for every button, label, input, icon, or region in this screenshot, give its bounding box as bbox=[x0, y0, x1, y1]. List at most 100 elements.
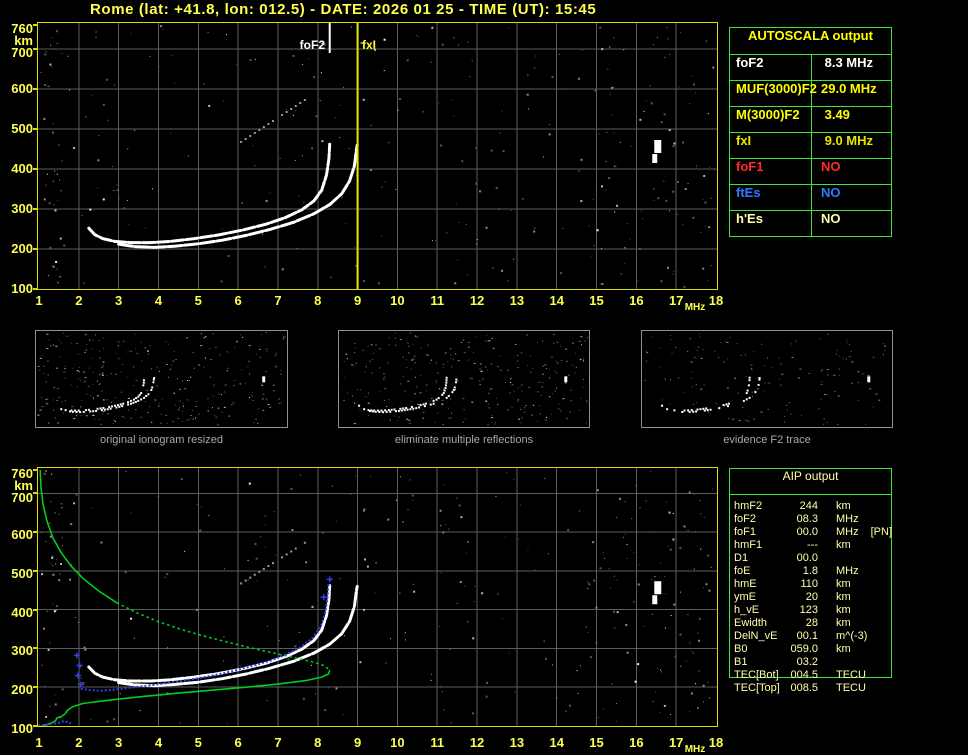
parameter-unit: km bbox=[836, 500, 851, 512]
x-axis-unit-label: MHz bbox=[684, 744, 706, 755]
autoscala-row-ftes: ftEs NO bbox=[730, 184, 891, 210]
x-axis-label: 10 bbox=[390, 735, 405, 750]
x-axis-label: 16 bbox=[629, 735, 644, 750]
x-axis-label: 15 bbox=[589, 735, 604, 750]
y-axis-tick bbox=[33, 647, 37, 650]
x-axis-label: 14 bbox=[549, 293, 564, 308]
aip-parameter-list: hmF2 244 km foF2 08.3 MHz foF1 00.0 MHz [PN] hmF1-… bbox=[734, 500, 893, 695]
parameter-name: hmF2 bbox=[734, 500, 763, 512]
parameter-name: foF2 bbox=[730, 55, 812, 80]
y-axis-label: 500 bbox=[11, 121, 33, 136]
x-axis-label: 1 bbox=[35, 293, 43, 308]
parameter-name: ftEs bbox=[730, 185, 812, 210]
parameter-unit: km bbox=[836, 643, 851, 655]
aip-row-hmf2: hmF2 244 km bbox=[734, 500, 890, 513]
parameter-unit: km bbox=[836, 617, 851, 629]
y-axis-label: 400 bbox=[11, 161, 33, 176]
x-axis-label: 1 bbox=[35, 735, 43, 750]
parameter-name: h'Es bbox=[730, 211, 812, 236]
y-axis-tick bbox=[33, 248, 37, 250]
x-axis-label: 11 bbox=[430, 735, 445, 750]
y-axis-label: 700 bbox=[11, 45, 33, 60]
parameter-name: hmE bbox=[734, 578, 757, 590]
fxI-marker-label: fxI bbox=[362, 38, 377, 52]
autoscala-row-hes: h'Es NO bbox=[730, 210, 891, 236]
parameter-value: 1.8 bbox=[802, 565, 818, 577]
station-date-time-header: Rome (lat: +41.8, lon: 012.5) - DATE: 20… bbox=[90, 1, 597, 18]
y-axis-label: 600 bbox=[11, 81, 33, 96]
y-axis-label: 200 bbox=[11, 241, 33, 256]
parameter-unit bbox=[818, 552, 890, 565]
y-axis-tick bbox=[33, 88, 37, 90]
parameter-unit: TECU bbox=[836, 682, 866, 694]
x-axis-label: 7 bbox=[274, 293, 282, 308]
parameter-name: B0 bbox=[734, 643, 748, 655]
parameter-value: NO bbox=[821, 211, 841, 226]
parameter-name: fxI bbox=[730, 133, 812, 158]
x-axis-unit-label: MHz bbox=[684, 302, 706, 313]
aip-row-fof2: foF2 08.3 MHz bbox=[734, 513, 890, 526]
aip-row-d1: D1 00.0 bbox=[734, 552, 890, 565]
parameter-value: 08.3 bbox=[796, 513, 818, 525]
autoscala-row-fof1: foF1 NO bbox=[730, 158, 891, 184]
parameter-unit: km bbox=[836, 539, 851, 551]
parameter-name: TEC[Bot] bbox=[734, 669, 779, 681]
y-axis-tick bbox=[33, 469, 37, 471]
x-axis-label: 3 bbox=[115, 293, 123, 308]
aip-row-hmf1: hmF1 --- km bbox=[734, 539, 890, 552]
parameter-name: foF1 bbox=[730, 159, 812, 184]
parameter-unit bbox=[818, 656, 890, 669]
autoscala-row-muf3000f2: MUF(3000)F2 29.0 MHz bbox=[730, 80, 891, 106]
aip-table-title: AIP output bbox=[730, 469, 891, 495]
y-axis-tick bbox=[33, 569, 37, 572]
x-axis-label: 10 bbox=[390, 293, 405, 308]
parameter-value: 9.0 MHz bbox=[821, 133, 874, 148]
parameter-unit: km bbox=[836, 591, 851, 603]
y-axis-tick bbox=[33, 288, 37, 290]
aip-row-fof1: foF1 00.0 MHz [PN] bbox=[734, 526, 893, 539]
parameter-name: hmF1 bbox=[734, 539, 763, 551]
parameter-unit: MHz bbox=[836, 565, 859, 577]
thumbnail-caption-reflections: eliminate multiple reflections bbox=[394, 434, 534, 446]
autoscala-output-table: AUTOSCALA output foF2 8.3 MHz MUF(3000)F2… bbox=[729, 27, 892, 237]
y-axis-tick bbox=[33, 208, 37, 210]
x-axis-label: 12 bbox=[469, 293, 485, 308]
parameter-unit: km bbox=[836, 604, 851, 616]
x-axis-label: 8 bbox=[314, 735, 322, 750]
parameter-name: ymE bbox=[734, 591, 756, 603]
y-axis-label: 100 bbox=[11, 721, 33, 736]
thumbnail-caption-original: original ionogram resized bbox=[100, 434, 223, 446]
profile-inversion-plot bbox=[37, 467, 718, 727]
y-axis-tick bbox=[33, 48, 37, 50]
x-axis-label: 12 bbox=[469, 735, 485, 750]
y-axis-tick bbox=[33, 492, 37, 495]
parameter-value: 244 bbox=[799, 500, 818, 512]
y-axis-label: 500 bbox=[11, 565, 33, 581]
parameter-name: h_vE bbox=[734, 604, 760, 616]
parameter-value: 059.0 bbox=[790, 643, 818, 655]
parameter-value: 004.5 bbox=[790, 669, 818, 681]
parameter-unit: TECU bbox=[836, 669, 866, 681]
y-axis-label: 200 bbox=[11, 682, 33, 698]
y-axis-label: 300 bbox=[11, 201, 33, 216]
aip-row-b1: B1 03.2 bbox=[734, 656, 890, 669]
parameter-value: 00.1 bbox=[796, 630, 818, 642]
parameter-unit: m^(-3) bbox=[836, 630, 868, 642]
x-axis-label: 4 bbox=[154, 293, 163, 308]
y-axis-label: 400 bbox=[11, 604, 33, 620]
parameter-value: 20 bbox=[805, 591, 818, 603]
x-axis-label: 3 bbox=[115, 735, 123, 750]
aip-row-yme: ymE 20 km bbox=[734, 591, 890, 604]
aip-row-hme: hmE 110 km bbox=[734, 578, 890, 591]
x-axis-label: 11 bbox=[430, 293, 445, 308]
y-axis-tick bbox=[33, 168, 37, 170]
parameter-name: D1 bbox=[734, 552, 749, 564]
foF2-marker-label: foF2 bbox=[299, 38, 325, 52]
x-axis-label: 13 bbox=[509, 735, 525, 750]
x-axis-label: 5 bbox=[194, 735, 202, 750]
parameter-flag: [PN] bbox=[870, 526, 893, 538]
parameter-value: 00.0 bbox=[796, 526, 818, 538]
x-axis-label: 13 bbox=[509, 293, 525, 308]
x-axis-label: 7 bbox=[274, 735, 282, 750]
x-axis-label: 5 bbox=[194, 293, 202, 308]
